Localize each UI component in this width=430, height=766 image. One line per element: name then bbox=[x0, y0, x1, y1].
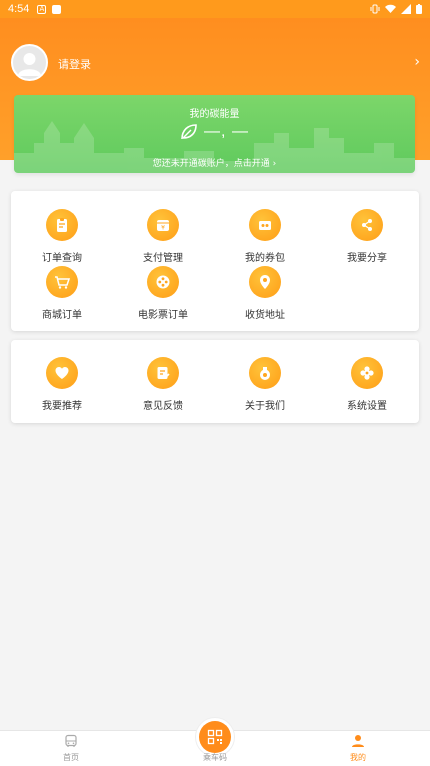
coupon-icon bbox=[249, 209, 281, 241]
menu-my-coupons[interactable]: 我的券包 bbox=[215, 209, 315, 264]
menu-label: 订单查询 bbox=[42, 253, 82, 264]
nav-home[interactable]: 首页 bbox=[41, 734, 101, 763]
film-reel-icon bbox=[147, 266, 179, 298]
chevron-right-icon[interactable]: › bbox=[414, 54, 420, 70]
leaf-icon bbox=[181, 124, 197, 140]
gear-icon bbox=[351, 357, 383, 389]
heart-icon bbox=[46, 357, 78, 389]
notification-square-icon bbox=[52, 4, 62, 14]
open-carbon-account-link[interactable]: 您还未开通碳账户，点击开通 › bbox=[14, 156, 415, 169]
menu-label: 支付管理 bbox=[143, 253, 183, 264]
location-pin-icon bbox=[249, 266, 281, 298]
clipboard-icon bbox=[46, 209, 78, 241]
menu-label: 我的券包 bbox=[245, 253, 285, 264]
vibrate-icon bbox=[370, 4, 380, 14]
avatar[interactable] bbox=[11, 44, 48, 81]
menu-recommend[interactable]: 我要推荐 bbox=[12, 357, 112, 412]
status-bar: 4:54 A bbox=[0, 0, 430, 18]
nav-mine[interactable]: 我的 bbox=[328, 734, 388, 763]
menu-movie-ticket-orders[interactable]: 电影票订单 bbox=[113, 266, 213, 321]
menu-label: 系统设置 bbox=[347, 401, 387, 412]
carbon-value: —, — bbox=[204, 123, 249, 140]
menu-about-us[interactable]: 关于我们 bbox=[215, 357, 315, 412]
menu-payment-management[interactable]: ¥ 支付管理 bbox=[113, 209, 213, 264]
menu-share[interactable]: 我要分享 bbox=[317, 209, 417, 264]
info-icon bbox=[249, 357, 281, 389]
status-time: 4:54 bbox=[8, 3, 30, 15]
menu-label: 我要分享 bbox=[347, 253, 387, 264]
login-link[interactable]: 请登录 bbox=[58, 56, 91, 72]
notification-a-icon: A bbox=[37, 4, 47, 14]
settings-menu-card: 我要推荐 意见反馈 关于我们 系统设置 bbox=[11, 340, 419, 423]
feedback-icon bbox=[147, 357, 179, 389]
signal-icon bbox=[401, 4, 411, 14]
svg-text:¥: ¥ bbox=[161, 225, 165, 232]
bottom-navigation: 首页 乘车码 我的 bbox=[0, 717, 430, 766]
menu-label: 意见反馈 bbox=[143, 401, 183, 412]
user-icon bbox=[352, 735, 364, 747]
menu-order-query[interactable]: 订单查询 bbox=[12, 209, 112, 264]
menu-label: 关于我们 bbox=[245, 401, 285, 412]
nav-qr-label-wrap[interactable]: 乘车码 bbox=[185, 750, 245, 763]
menu-label: 商城订单 bbox=[42, 310, 82, 321]
wifi-icon bbox=[385, 4, 396, 13]
bus-icon bbox=[65, 734, 77, 747]
menu-system-settings[interactable]: 系统设置 bbox=[317, 357, 417, 412]
nav-home-label: 首页 bbox=[63, 753, 79, 762]
share-icon bbox=[351, 209, 383, 241]
carbon-energy-card[interactable]: 我的碳能量 —, — 您还未开通碳账户，点击开通 › bbox=[14, 95, 415, 173]
wallet-icon: ¥ bbox=[147, 209, 179, 241]
menu-label: 收货地址 bbox=[245, 310, 285, 321]
menu-label: 电影票订单 bbox=[138, 310, 188, 321]
qr-code-icon bbox=[199, 721, 231, 753]
menu-feedback[interactable]: 意见反馈 bbox=[113, 357, 213, 412]
battery-icon bbox=[416, 4, 422, 14]
menu-shipping-address[interactable]: 收货地址 bbox=[215, 266, 315, 321]
nav-mine-label: 我的 bbox=[350, 753, 366, 762]
carbon-title: 我的碳能量 bbox=[189, 109, 240, 120]
service-menu-card: 订单查询 ¥ 支付管理 我的券包 我要分享 商城订单 电影票订单 收货地址 bbox=[11, 191, 419, 331]
menu-label: 我要推荐 bbox=[42, 401, 82, 412]
nav-qr-label: 乘车码 bbox=[203, 753, 227, 762]
cart-icon bbox=[46, 266, 78, 298]
user-silhouette-icon bbox=[18, 53, 41, 76]
menu-mall-orders[interactable]: 商城订单 bbox=[12, 266, 112, 321]
